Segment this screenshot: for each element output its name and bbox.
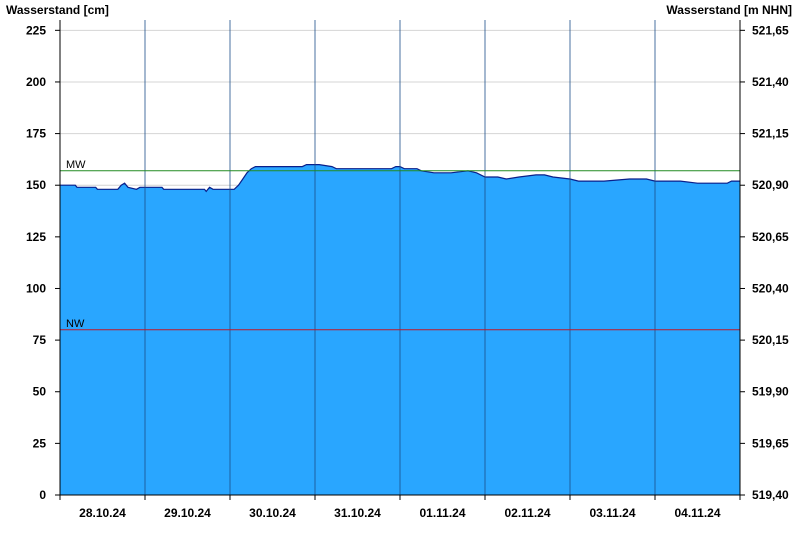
x-tick-label: 29.10.24 bbox=[164, 506, 211, 520]
y-tick-label-left: 225 bbox=[26, 23, 46, 37]
y-tick-label-left: 100 bbox=[26, 281, 46, 295]
y-tick-label-right: 520,15 bbox=[752, 333, 789, 347]
y-tick-label-right: 519,90 bbox=[752, 385, 789, 399]
x-tick-label: 01.11.24 bbox=[419, 506, 465, 520]
plot-area: MW NW 0 519,40 25 519,65 50 519,90 75 520,15 100 52… bbox=[26, 20, 789, 520]
y-tick-label-right: 519,40 bbox=[752, 488, 789, 502]
y-tick-label-right: 521,65 bbox=[752, 23, 789, 37]
y-tick-label-right: 521,40 bbox=[752, 75, 789, 89]
reference-label-mw: MW bbox=[66, 159, 86, 171]
y-tick-label-left: 175 bbox=[26, 127, 46, 141]
y-tick-label-left: 0 bbox=[39, 488, 46, 502]
y-tick-label-right: 520,65 bbox=[752, 230, 789, 244]
reference-label-nw: NW bbox=[66, 318, 85, 330]
x-tick-label: 28.10.24 bbox=[79, 506, 126, 520]
y-axis-left-title: Wasserstand [cm] bbox=[6, 3, 109, 17]
y-tick-label-right: 519,65 bbox=[752, 436, 789, 450]
y-tick-label-right: 521,15 bbox=[752, 127, 789, 141]
y-tick-label-left: 125 bbox=[26, 230, 46, 244]
x-tick-label: 04.11.24 bbox=[674, 506, 720, 520]
y-tick-label-left: 25 bbox=[33, 436, 47, 450]
water-level-chart: Wasserstand [cm] Wasserstand [m NHN] MW N… bbox=[6, 3, 792, 520]
y-tick-label-left: 200 bbox=[26, 75, 46, 89]
y-tick-label-right: 520,90 bbox=[752, 178, 789, 192]
y-tick-label-left: 150 bbox=[26, 178, 46, 192]
x-tick-label: 31.10.24 bbox=[334, 506, 381, 520]
y-tick-label-left: 50 bbox=[33, 385, 47, 399]
x-tick-label: 03.11.24 bbox=[589, 506, 635, 520]
y-axis-right-title: Wasserstand [m NHN] bbox=[666, 3, 792, 17]
y-tick-label-right: 520,40 bbox=[752, 281, 789, 295]
x-tick-label: 02.11.24 bbox=[504, 506, 550, 520]
x-tick-label: 30.10.24 bbox=[249, 506, 296, 520]
y-tick-label-left: 75 bbox=[33, 333, 47, 347]
